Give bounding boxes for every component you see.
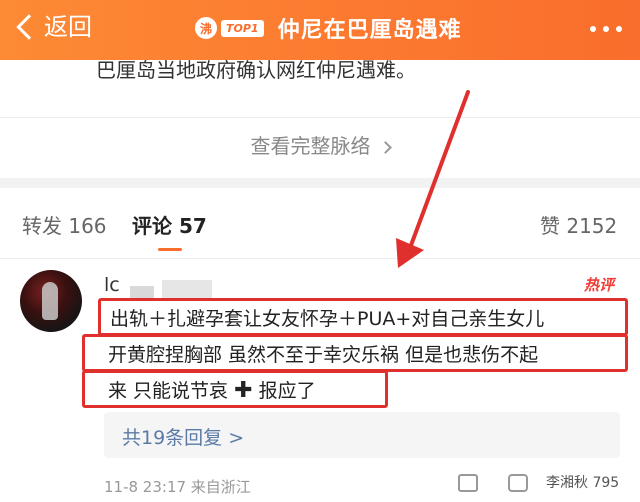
- comment-line-2: 开黄腔捏胸部 虽然不至于幸灾乐祸 但是也悲伤不起: [108, 344, 539, 366]
- tab-comments[interactable]: 评论 57: [132, 210, 207, 239]
- back-button[interactable]: 返回: [14, 10, 92, 44]
- more-options-icon[interactable]: [590, 26, 622, 32]
- topic-title: 沸 TOP1 仲尼在巴厘岛遇难: [195, 12, 462, 44]
- reply-summary-box[interactable]: 共19条回复 >: [104, 412, 620, 458]
- hot-comment-badge: 热评: [584, 276, 615, 294]
- interaction-tabs: 转发 166 评论 57 赞 2152: [0, 188, 640, 258]
- chevron-right-icon: [378, 141, 392, 154]
- avatar[interactable]: [20, 270, 82, 332]
- redacted-name: [130, 286, 154, 298]
- watermark: 李湘秋 795: [546, 475, 620, 491]
- comment-icon[interactable]: [508, 474, 528, 492]
- post-text: 巴厘岛当地政府确认网红仲尼遇难。: [96, 58, 416, 82]
- share-icon[interactable]: [458, 474, 478, 492]
- divider: [0, 258, 640, 259]
- back-label: 返回: [44, 13, 92, 41]
- comment-username[interactable]: lc: [104, 274, 120, 296]
- active-tab-indicator: [158, 248, 182, 251]
- section-gap: [0, 178, 640, 188]
- redacted-name: [162, 280, 212, 300]
- rank-badge: TOP1: [221, 19, 264, 37]
- chevron-left-icon: [16, 14, 42, 40]
- divider: [0, 117, 640, 118]
- view-full-context-label: 查看完整脉络: [250, 134, 371, 158]
- tab-reposts[interactable]: 转发 166: [22, 210, 107, 239]
- page-title: 仲尼在巴厘岛遇难: [277, 18, 462, 43]
- comment-line-1: 出轨＋扎避孕套让女友怀孕＋PUA+对自己亲生女儿: [110, 308, 545, 330]
- top-bar: 返回 沸 TOP1 仲尼在巴厘岛遇难: [0, 0, 640, 60]
- view-full-context-link[interactable]: 查看完整脉络: [0, 130, 640, 159]
- reply-summary-link[interactable]: 共19条回复 >: [122, 423, 244, 450]
- tab-likes[interactable]: 赞 2152: [540, 210, 617, 239]
- comment-meta: 11-8 23:17 来自浙江: [104, 478, 251, 496]
- like-count[interactable]: 795: [592, 475, 619, 491]
- hot-icon: 沸: [195, 17, 217, 39]
- post-card: 巴厘岛当地政府确认网红仲尼遇难。 查看完整脉络: [0, 58, 640, 180]
- plus-icon: ✚: [234, 378, 253, 403]
- comment-line-3: 来 只能说节哀 ✚ 报应了: [108, 378, 316, 403]
